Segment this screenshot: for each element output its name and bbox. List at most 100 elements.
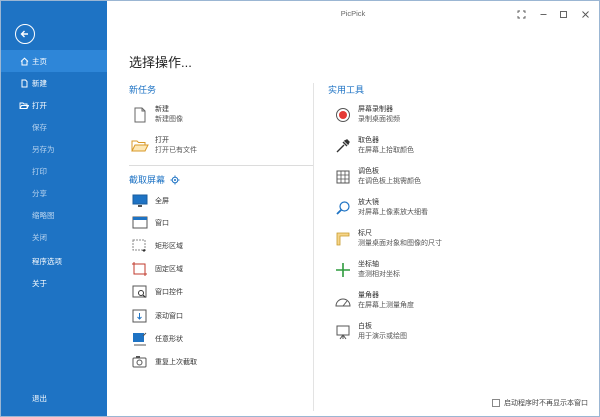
item-title: 调色板: [358, 168, 379, 175]
close-button[interactable]: [578, 7, 592, 21]
item-title: 白板: [358, 323, 372, 330]
sidebar-item-about[interactable]: 关于: [1, 272, 107, 294]
item-title: 放大镜: [358, 199, 379, 206]
sidebar-item-close[interactable]: 关闭: [1, 226, 107, 248]
sidebar-item-open[interactable]: 打开: [1, 94, 107, 116]
close-icon: [581, 10, 589, 18]
item-title: 标尺: [358, 230, 372, 237]
sidebar-item-label: 主页: [32, 56, 47, 66]
new-task-new[interactable]: 新建 新建图像: [131, 105, 183, 125]
sidebar-item-exit[interactable]: 退出: [1, 388, 107, 408]
sidebar-item-label: 退出: [32, 393, 47, 403]
fixed-region-icon: [131, 260, 149, 278]
item-label: 固定区域: [155, 266, 183, 273]
new-image-icon: [131, 106, 149, 124]
sidebar-item-label: 关于: [32, 278, 47, 288]
fullscreen-icon: [131, 192, 149, 210]
item-label: 窗口: [155, 220, 169, 227]
sidebar-item-save-as[interactable]: 另存为: [1, 138, 107, 160]
sidebar-item-label: 保存: [32, 122, 47, 132]
capture-window[interactable]: 窗口: [131, 214, 169, 232]
item-title: 量角器: [358, 292, 379, 299]
sidebar-item-share[interactable]: 分享: [1, 182, 107, 204]
item-title: 坐标轴: [358, 261, 379, 268]
dont-show-again-checkbox[interactable]: [492, 399, 500, 407]
palette-grid-icon: [334, 168, 352, 186]
checkbox-label: 启动程序时不再显示本窗口: [504, 400, 588, 407]
sidebar-item-thumbnail[interactable]: 缩略图: [1, 204, 107, 226]
sidebar-item-new[interactable]: 新建: [1, 72, 107, 94]
column-divider: [313, 83, 314, 411]
item-desc: 测量桌面对象和图像的尺寸: [358, 240, 442, 247]
sidebar-item-print[interactable]: 打印: [1, 160, 107, 182]
tool-magnifier[interactable]: 放大镜 对屏幕上像素放大细看: [334, 198, 428, 218]
sidebar-item-label: 新建: [32, 78, 47, 88]
item-label: 重复上次截取: [155, 359, 197, 366]
eyedropper-icon: [334, 137, 352, 155]
restore-layout-button[interactable]: [514, 7, 528, 21]
item-desc: 用于演示或绘图: [358, 333, 407, 340]
camera-icon: [131, 353, 149, 371]
dont-show-again-option[interactable]: 启动程序时不再显示本窗口: [492, 398, 588, 408]
minimize-button[interactable]: [536, 7, 550, 21]
section-title-new-task: 新任务: [129, 85, 157, 95]
tool-protractor[interactable]: 量角器 在屏幕上测量角度: [334, 291, 414, 311]
tool-whiteboard[interactable]: 白板 用于演示或绘图: [334, 322, 407, 342]
protractor-icon: [334, 292, 352, 310]
sidebar-item-options[interactable]: 程序选项: [1, 250, 107, 272]
minimize-icon: [540, 13, 546, 15]
capture-window-control[interactable]: 窗口控件: [131, 283, 183, 301]
sidebar-item-label: 另存为: [32, 144, 55, 154]
sidebar-item-label: 打印: [32, 166, 47, 176]
sidebar-nav: 主页 新建 打开 保存 另存为 打印 分享 缩略图 关闭 程序选项 关于: [1, 50, 107, 294]
magnifier-icon: [334, 199, 352, 217]
home-icon: [19, 56, 29, 66]
item-label: 滚动窗口: [155, 313, 183, 320]
item-desc: 打开已有文件: [155, 147, 197, 154]
capture-rectangle[interactable]: 矩形区域: [131, 237, 183, 255]
whiteboard-icon: [334, 323, 352, 341]
tool-palette[interactable]: 调色板 在调色板上挑需颜色: [334, 167, 421, 187]
tool-color-picker[interactable]: 取色器 在屏幕上拾取颜色: [334, 136, 414, 156]
back-button[interactable]: [15, 24, 35, 44]
tool-crosshair[interactable]: 坐标轴 查测相对坐标: [334, 260, 400, 280]
crosshair-icon: [334, 261, 352, 279]
item-desc: 查测相对坐标: [358, 271, 400, 278]
item-label: 全屏: [155, 198, 169, 205]
section-title-capture: 截取屏幕: [129, 173, 180, 186]
new-task-open[interactable]: 打开 打开已有文件: [131, 136, 197, 156]
window-control-icon: [131, 283, 149, 301]
item-desc: 新建图像: [155, 116, 183, 123]
maximize-button[interactable]: [556, 7, 570, 21]
sidebar-item-label: 程序选项: [32, 256, 62, 266]
item-label: 任意形状: [155, 336, 183, 343]
sidebar-item-home[interactable]: 主页: [1, 50, 107, 72]
section-title-text: 截取屏幕: [129, 175, 166, 185]
item-label: 窗口控件: [155, 289, 183, 296]
section-divider: [129, 165, 313, 166]
tool-screen-recorder[interactable]: 屏幕录制器 录制桌面视频: [334, 105, 400, 125]
title-bar: PicPick: [107, 1, 599, 27]
settings-gear-icon[interactable]: [170, 175, 180, 185]
sidebar-item-label: 分享: [32, 188, 47, 198]
capture-freehand[interactable]: 任意形状: [131, 330, 183, 348]
item-title: 新建: [155, 106, 169, 113]
window-icon: [131, 214, 149, 232]
page-title: 选择操作...: [129, 55, 192, 70]
capture-fixed-region[interactable]: 固定区域: [131, 260, 183, 278]
capture-repeat-last[interactable]: 重复上次截取: [131, 353, 197, 371]
ruler-icon: [334, 230, 352, 248]
item-title: 取色器: [358, 137, 379, 144]
capture-scrolling-window[interactable]: 滚动窗口: [131, 307, 183, 325]
item-desc: 在屏幕上测量角度: [358, 302, 414, 309]
scrolling-window-icon: [131, 307, 149, 325]
item-title: 屏幕录制器: [358, 106, 393, 113]
sidebar-item-label: 打开: [32, 100, 47, 110]
sidebar-item-save[interactable]: 保存: [1, 116, 107, 138]
tool-ruler[interactable]: 标尺 测量桌面对象和图像的尺寸: [334, 229, 442, 249]
item-desc: 在调色板上挑需颜色: [358, 178, 421, 185]
item-desc: 对屏幕上像素放大细看: [358, 209, 428, 216]
sidebar-item-label: 关闭: [32, 232, 47, 242]
capture-fullscreen[interactable]: 全屏: [131, 192, 169, 210]
freehand-shape-icon: [131, 330, 149, 348]
